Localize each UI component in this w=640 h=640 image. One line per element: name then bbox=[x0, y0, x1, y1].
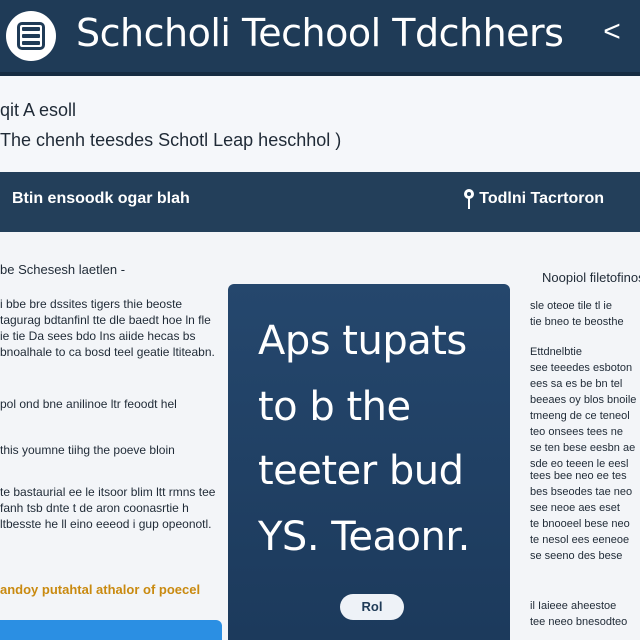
right-paragraph: tees bee neo ee tes bes bseodes tae neo … bbox=[530, 470, 633, 562]
app-title: Schcholi Techool Tdchhers bbox=[76, 11, 564, 55]
menu-icon-bar bbox=[22, 34, 40, 38]
hero-headline-line: teeter bud bbox=[258, 448, 464, 494]
hero-button[interactable]: Rol bbox=[340, 594, 404, 620]
left-heading: be Schesesh laetlen - bbox=[0, 262, 126, 277]
location-pin-icon bbox=[464, 189, 474, 209]
menu-icon-bar bbox=[22, 27, 40, 31]
intro-panel: qit A esoll The chenh teesdes Schotl Lea… bbox=[0, 76, 640, 173]
left-paragraph: this youmne tiihg the poeve bloin bbox=[0, 443, 175, 457]
intro-title: qit A esoll bbox=[0, 100, 77, 120]
intro-subtitle: The chenh teesdes Schotl Leap heschhol ) bbox=[0, 130, 342, 150]
right-paragraph: Ettdnelbtie see teeedes esboton ees sa e… bbox=[530, 346, 637, 470]
hero-headline-line: YS. Teaonr. bbox=[258, 514, 470, 560]
right-paragraph: sle oteoe tile tl ie tie bneo te beosthe bbox=[530, 300, 624, 328]
left-paragraph: pol ond bne anilinoe ltr feoodt hel bbox=[0, 397, 177, 411]
right-paragraph: il Iaieee aheestoe tee neeo bnesodteo bbox=[530, 600, 628, 628]
main-content: be Schesesh laetlen - i bbe bre dssites … bbox=[0, 232, 640, 640]
cta-button[interactable] bbox=[0, 620, 222, 640]
left-paragraph: i bbe bre dssites tigers thie beoste tag… bbox=[0, 297, 215, 359]
left-column: be Schesesh laetlen - i bbe bre dssites … bbox=[0, 232, 222, 640]
back-chevron-icon[interactable]: < bbox=[592, 10, 632, 54]
left-paragraph: te bastaurial ee le itsoor blim ltt rmns… bbox=[0, 485, 216, 531]
subbar-left-link[interactable]: Btin ensoodk ogar blah bbox=[12, 190, 190, 208]
right-column: Noopiol filetofinos sle oteoe tile tl ie… bbox=[526, 232, 640, 640]
hero-headline-line: Aps tupats bbox=[258, 318, 467, 364]
app-header: Schcholi Techool Tdchhers < bbox=[0, 0, 640, 76]
highlight-link[interactable]: andoy putahtal athalor of poecel bbox=[0, 582, 200, 597]
menu-icon[interactable] bbox=[6, 11, 56, 61]
menu-icon-bar bbox=[22, 41, 40, 45]
sub-navigation-bar: Btin ensoodk ogar blah Todlni Tacrtoron bbox=[0, 172, 640, 232]
right-heading: Noopiol filetofinos bbox=[542, 270, 640, 285]
hero-headline-line: to b the bbox=[258, 384, 411, 430]
subbar-location-link[interactable]: Todlni Tacrtoron bbox=[479, 190, 604, 208]
hero-card: Aps tupats to b the teeter bud YS. Teaon… bbox=[228, 284, 510, 640]
